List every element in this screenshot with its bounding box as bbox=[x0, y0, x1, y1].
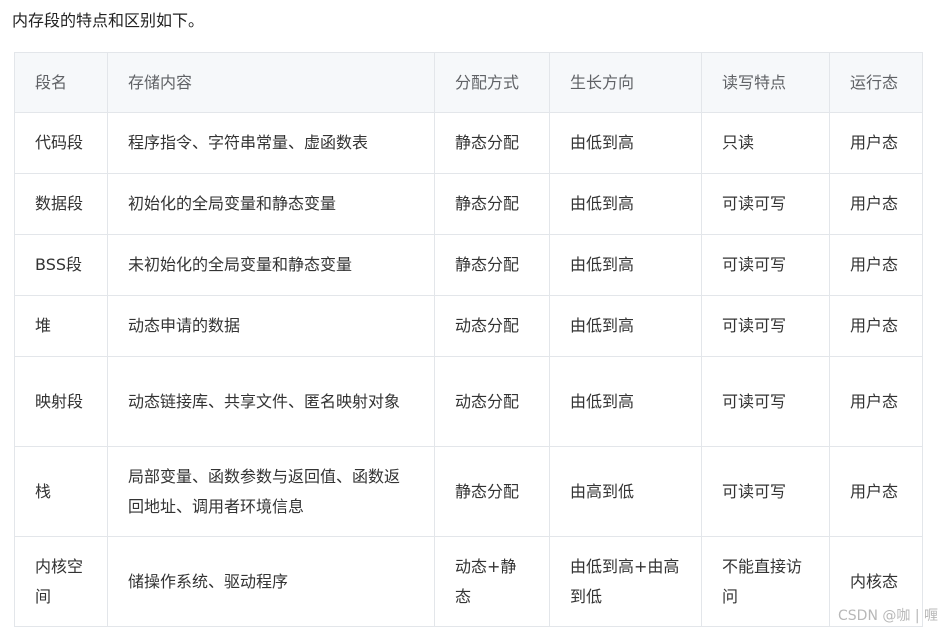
cell-read-write: 不能直接访问 bbox=[701, 536, 830, 627]
cell-run-mode: 用户态 bbox=[829, 112, 923, 174]
cell-allocation: 动态分配 bbox=[434, 295, 550, 357]
cell-segment-name: 栈 bbox=[14, 446, 108, 537]
cell-allocation: 动态+静态 bbox=[434, 536, 550, 627]
table-row: 栈 局部变量、函数参数与返回值、函数返回地址、调用者环境信息 静态分配 由高到低… bbox=[14, 446, 923, 537]
intro-text: 内存段的特点和区别如下。 bbox=[12, 11, 205, 30]
cell-contents: 动态链接库、共享文件、匿名映射对象 bbox=[107, 356, 435, 447]
cell-segment-name: 内核空间 bbox=[14, 536, 108, 627]
header-read-write: 读写特点 bbox=[701, 52, 830, 113]
table-header-row: 段名 存储内容 分配方式 生长方向 读写特点 运行态 bbox=[14, 52, 923, 113]
header-segment-name: 段名 bbox=[14, 52, 108, 113]
cell-segment-name: 堆 bbox=[14, 295, 108, 357]
table-row: 代码段 程序指令、字符串常量、虚函数表 静态分配 由低到高 只读 用户态 bbox=[14, 112, 923, 174]
cell-growth-direction: 由低到高 bbox=[549, 234, 702, 296]
cell-contents: 初始化的全局变量和静态变量 bbox=[107, 173, 435, 235]
cell-growth-direction: 由低到高 bbox=[549, 173, 702, 235]
cell-run-mode: 用户态 bbox=[829, 173, 923, 235]
cell-run-mode: 用户态 bbox=[829, 234, 923, 296]
csdn-watermark: CSDN @咖 | 喱 bbox=[838, 608, 938, 624]
cell-growth-direction: 由低到高 bbox=[549, 295, 702, 357]
table-row: 映射段 动态链接库、共享文件、匿名映射对象 动态分配 由低到高 可读可写 用户态 bbox=[14, 356, 923, 447]
cell-run-mode: 用户态 bbox=[829, 295, 923, 357]
cell-read-write: 可读可写 bbox=[701, 446, 830, 537]
cell-read-write: 可读可写 bbox=[701, 295, 830, 357]
cell-contents: 未初始化的全局变量和静态变量 bbox=[107, 234, 435, 296]
cell-read-write: 可读可写 bbox=[701, 173, 830, 235]
cell-allocation: 静态分配 bbox=[434, 112, 550, 174]
cell-segment-name: 数据段 bbox=[14, 173, 108, 235]
memory-segment-table: 段名 存储内容 分配方式 生长方向 读写特点 运行态 代码段 程序指令、字符串常… bbox=[14, 52, 923, 627]
cell-contents: 局部变量、函数参数与返回值、函数返回地址、调用者环境信息 bbox=[107, 446, 435, 537]
cell-read-write: 可读可写 bbox=[701, 356, 830, 447]
cell-read-write: 只读 bbox=[701, 112, 830, 174]
table-row: 堆 动态申请的数据 动态分配 由低到高 可读可写 用户态 bbox=[14, 295, 923, 357]
cell-growth-direction: 由高到低 bbox=[549, 446, 702, 537]
cell-allocation: 静态分配 bbox=[434, 234, 550, 296]
cell-segment-name: 映射段 bbox=[14, 356, 108, 447]
cell-run-mode: 用户态 bbox=[829, 356, 923, 447]
cell-growth-direction: 由低到高+由高到低 bbox=[549, 536, 702, 627]
table-row: 数据段 初始化的全局变量和静态变量 静态分配 由低到高 可读可写 用户态 bbox=[14, 173, 923, 235]
cell-read-write: 可读可写 bbox=[701, 234, 830, 296]
cell-segment-name: BSS段 bbox=[14, 234, 108, 296]
cell-contents: 储操作系统、驱动程序 bbox=[107, 536, 435, 627]
table-row: BSS段 未初始化的全局变量和静态变量 静态分配 由低到高 可读可写 用户态 bbox=[14, 234, 923, 296]
cell-segment-name: 代码段 bbox=[14, 112, 108, 174]
cell-contents: 程序指令、字符串常量、虚函数表 bbox=[107, 112, 435, 174]
cell-allocation: 动态分配 bbox=[434, 356, 550, 447]
header-allocation: 分配方式 bbox=[434, 52, 550, 113]
cell-run-mode: 用户态 bbox=[829, 446, 923, 537]
cell-allocation: 静态分配 bbox=[434, 446, 550, 537]
header-growth-direction: 生长方向 bbox=[549, 52, 702, 113]
cell-contents: 动态申请的数据 bbox=[107, 295, 435, 357]
table-row: 内核空间 储操作系统、驱动程序 动态+静态 由低到高+由高到低 不能直接访问 内… bbox=[14, 536, 923, 627]
cell-allocation: 静态分配 bbox=[434, 173, 550, 235]
header-run-mode: 运行态 bbox=[829, 52, 923, 113]
header-contents: 存储内容 bbox=[107, 52, 435, 113]
cell-growth-direction: 由低到高 bbox=[549, 356, 702, 447]
cell-growth-direction: 由低到高 bbox=[549, 112, 702, 174]
